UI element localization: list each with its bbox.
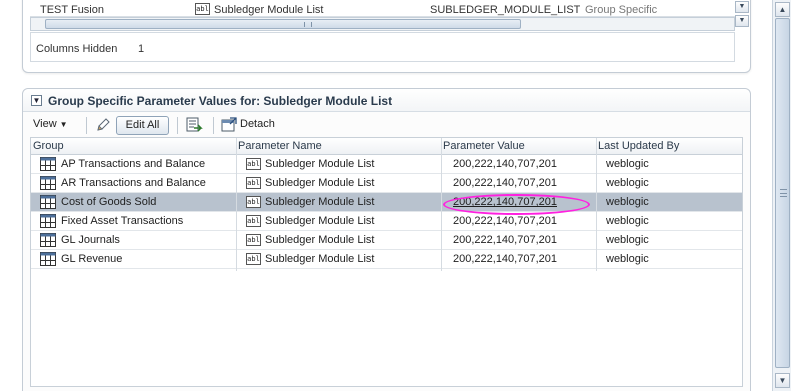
group-specific-values-panel: ▼ Group Specific Parameter Values for: S… — [22, 88, 751, 391]
group-cell: GL Journals — [61, 234, 120, 246]
column-header-last-updated-by[interactable]: Last Updated By — [598, 140, 679, 152]
group-icon — [40, 195, 56, 209]
parameters-table-panel: TEST Fusion abl Subledger Module List SU… — [22, 0, 751, 73]
text-type-icon: abl — [195, 3, 210, 15]
scrollbar-thumb[interactable] — [45, 19, 521, 29]
detach-icon[interactable] — [221, 117, 237, 133]
text-type-icon: abl — [246, 215, 261, 227]
export-icon[interactable] — [185, 116, 203, 134]
table-header: Group Parameter Name Parameter Value Las… — [31, 138, 742, 155]
scroll-up-icon[interactable]: ▲ — [775, 2, 790, 17]
edit-all-button[interactable]: Edit All — [116, 116, 169, 135]
group-icon — [40, 157, 56, 171]
column-divider — [441, 138, 442, 271]
panel-title: Group Specific Parameter Values for: Sub… — [48, 94, 393, 108]
table-row[interactable]: TEST Fusion abl Subledger Module List SU… — [30, 1, 735, 17]
column-divider — [236, 138, 237, 271]
view-menu[interactable]: View ▼ — [33, 118, 68, 130]
panel-header: ▼ Group Specific Parameter Values for: S… — [23, 89, 750, 112]
columns-hidden-label: Columns Hidden — [36, 43, 118, 55]
type-cell: Group Specific — [585, 4, 658, 16]
text-type-icon: abl — [246, 158, 261, 170]
chevron-down-icon: ▼ — [59, 120, 68, 129]
scroll-down-icon[interactable]: ▼ — [735, 15, 749, 27]
column-header-parameter-name[interactable]: Parameter Name — [238, 140, 322, 152]
text-type-icon: abl — [246, 196, 261, 208]
horizontal-scrollbar[interactable] — [30, 17, 735, 31]
column-header-parameter-value[interactable]: Parameter Value — [443, 140, 525, 152]
toolbar-divider — [213, 117, 214, 134]
group-cell: TEST Fusion — [40, 4, 104, 16]
toolbar: View ▼ Edit All Detach — [30, 114, 743, 136]
pencil-icon[interactable] — [95, 117, 111, 133]
column-divider — [596, 138, 597, 271]
parameter-values-table: Group Parameter Name Parameter Value Las… — [30, 137, 743, 387]
param-name-cell: Subledger Module List — [265, 177, 375, 189]
updated-by-cell: weblogic — [606, 234, 649, 246]
param-name-cell: Subledger Module List — [265, 253, 375, 265]
group-icon — [40, 176, 56, 190]
group-cell: Cost of Goods Sold — [61, 196, 157, 208]
window-vertical-scrollbar[interactable]: ▲ ▼ — [772, 0, 791, 391]
param-name-cell: Subledger Module List — [265, 158, 375, 170]
text-type-icon: abl — [246, 253, 261, 265]
param-value-cell: 200,222,140,707,201 — [453, 234, 557, 246]
collapse-icon[interactable]: ▼ — [31, 95, 42, 106]
table-row[interactable]: AP Transactions and Balance abl Subledge… — [31, 155, 742, 174]
updated-by-cell: weblogic — [606, 196, 649, 208]
group-icon — [40, 252, 56, 266]
table-row[interactable]: GL Revenue abl Subledger Module List 200… — [31, 250, 742, 269]
param-name-cell: Subledger Module List — [265, 234, 375, 246]
view-menu-label: View — [33, 118, 57, 130]
updated-by-cell: weblogic — [606, 158, 649, 170]
text-type-icon: abl — [246, 177, 261, 189]
group-icon — [40, 233, 56, 247]
param-value-cell: SUBLEDGER_MODULE_LIST — [430, 4, 580, 16]
updated-by-cell: weblogic — [606, 177, 649, 189]
toolbar-divider — [177, 117, 178, 134]
param-name-cell: Subledger Module List — [265, 196, 375, 208]
grip-icon — [304, 22, 312, 27]
group-cell: AP Transactions and Balance — [61, 158, 206, 170]
group-cell: AR Transactions and Balance — [61, 177, 206, 189]
group-cell: Fixed Asset Transactions — [61, 215, 184, 227]
text-type-icon: abl — [246, 234, 261, 246]
column-header-group[interactable]: Group — [33, 140, 64, 152]
scroll-down-icon[interactable]: ▼ — [775, 373, 790, 388]
updated-by-cell: weblogic — [606, 215, 649, 227]
param-value-cell: 200,222,140,707,201 — [453, 253, 557, 265]
toolbar-divider — [86, 117, 87, 134]
param-value-cell: 200,222,140,707,201 — [453, 177, 557, 189]
columns-hidden-count: 1 — [138, 43, 145, 55]
scroll-down-icon[interactable]: ▼ — [735, 1, 749, 13]
grip-icon — [780, 189, 787, 197]
param-value-cell: 200,222,140,707,201 — [453, 215, 557, 227]
param-name-cell: Subledger Module List — [265, 215, 375, 227]
table-row[interactable]: AR Transactions and Balance abl Subledge… — [31, 174, 742, 193]
detach-button[interactable]: Detach — [240, 118, 275, 130]
param-name-cell: Subledger Module List — [214, 4, 324, 16]
group-cell: GL Revenue — [61, 253, 123, 265]
param-value-cell: 200,222,140,707,201 — [453, 158, 557, 170]
group-icon — [40, 214, 56, 228]
scrollbar-thumb[interactable] — [775, 18, 790, 368]
table-row[interactable]: Fixed Asset Transactions abl Subledger M… — [31, 212, 742, 231]
table-row-selected[interactable]: Cost of Goods Sold abl Subledger Module … — [31, 193, 742, 215]
table-row[interactable]: GL Journals abl Subledger Module List 20… — [31, 231, 742, 250]
table-status-bar: Columns Hidden 1 — [30, 32, 735, 62]
updated-by-cell: weblogic — [606, 253, 649, 265]
